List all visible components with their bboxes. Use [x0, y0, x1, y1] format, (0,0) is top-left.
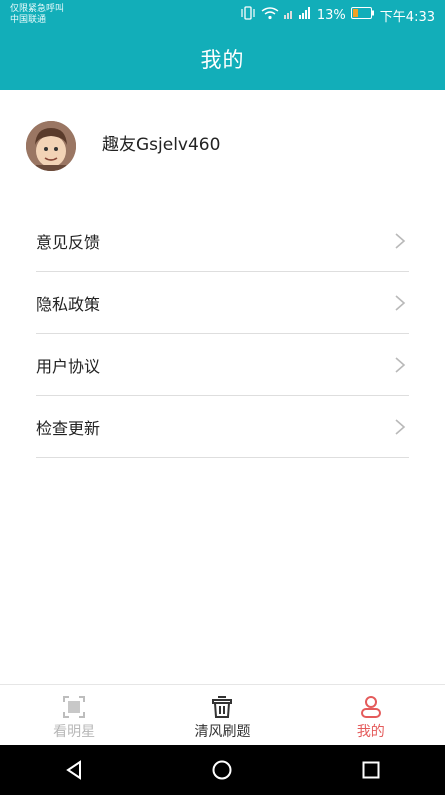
battery-text: 13%: [316, 7, 346, 23]
tab-quiz[interactable]: 清风刷题: [148, 685, 296, 746]
tab-label: 我的: [356, 724, 385, 740]
avatar[interactable]: [26, 121, 76, 171]
chevron-right-icon: [395, 356, 406, 373]
emergency-text: 仅限紧急呼叫: [10, 4, 65, 14]
trash-can-icon: [212, 696, 233, 718]
user-icon: [360, 696, 381, 718]
chevron-right-icon: [395, 294, 406, 311]
menu-item-privacy[interactable]: 隐私政策: [36, 272, 409, 334]
system-nav-bar: [0, 745, 445, 795]
status-left: 仅限紧急呼叫 中国联通: [10, 4, 64, 26]
tab-label: 看明星: [53, 724, 96, 740]
menu-item-feedback[interactable]: 意见反馈: [36, 210, 409, 272]
menu-item-label: 检查更新: [36, 418, 101, 438]
header: 仅限紧急呼叫 中国联通 13% 下午4:33 我的: [0, 0, 445, 90]
chevron-right-icon: [395, 232, 406, 249]
wifi-icon: [261, 6, 279, 24]
carrier-text: 中国联通: [10, 15, 47, 25]
home-icon[interactable]: [211, 759, 233, 781]
signal-icon: [283, 6, 312, 24]
tab-mine[interactable]: 我的: [297, 685, 445, 746]
scan-icon: [63, 696, 86, 718]
menu-item-update[interactable]: 检查更新: [36, 396, 409, 458]
avatar-illustration: [26, 121, 76, 171]
status-right: 13% 下午4:33: [240, 6, 435, 25]
chevron-right-icon: [395, 418, 406, 435]
settings-menu: 意见反馈 隐私政策 用户协议 检查更新: [36, 210, 409, 458]
bottom-tab-bar: 看明星 清风刷题 我的: [0, 684, 445, 746]
back-icon[interactable]: [63, 759, 85, 781]
battery-icon: [350, 7, 375, 23]
vibrate-icon: [240, 6, 256, 24]
page-title: 我的: [200, 48, 245, 72]
recents-icon[interactable]: [360, 759, 382, 781]
username: 趣友Gsjelv460: [102, 135, 221, 155]
menu-item-agreement[interactable]: 用户协议: [36, 334, 409, 396]
menu-item-label: 隐私政策: [36, 294, 101, 314]
menu-item-label: 用户协议: [36, 356, 101, 376]
tab-label: 清风刷题: [194, 724, 251, 740]
tab-stars[interactable]: 看明星: [0, 685, 148, 746]
profile-section[interactable]: 趣友Gsjelv460: [0, 90, 445, 202]
time-text: 下午4:33: [379, 9, 435, 25]
menu-item-label: 意见反馈: [36, 232, 101, 252]
